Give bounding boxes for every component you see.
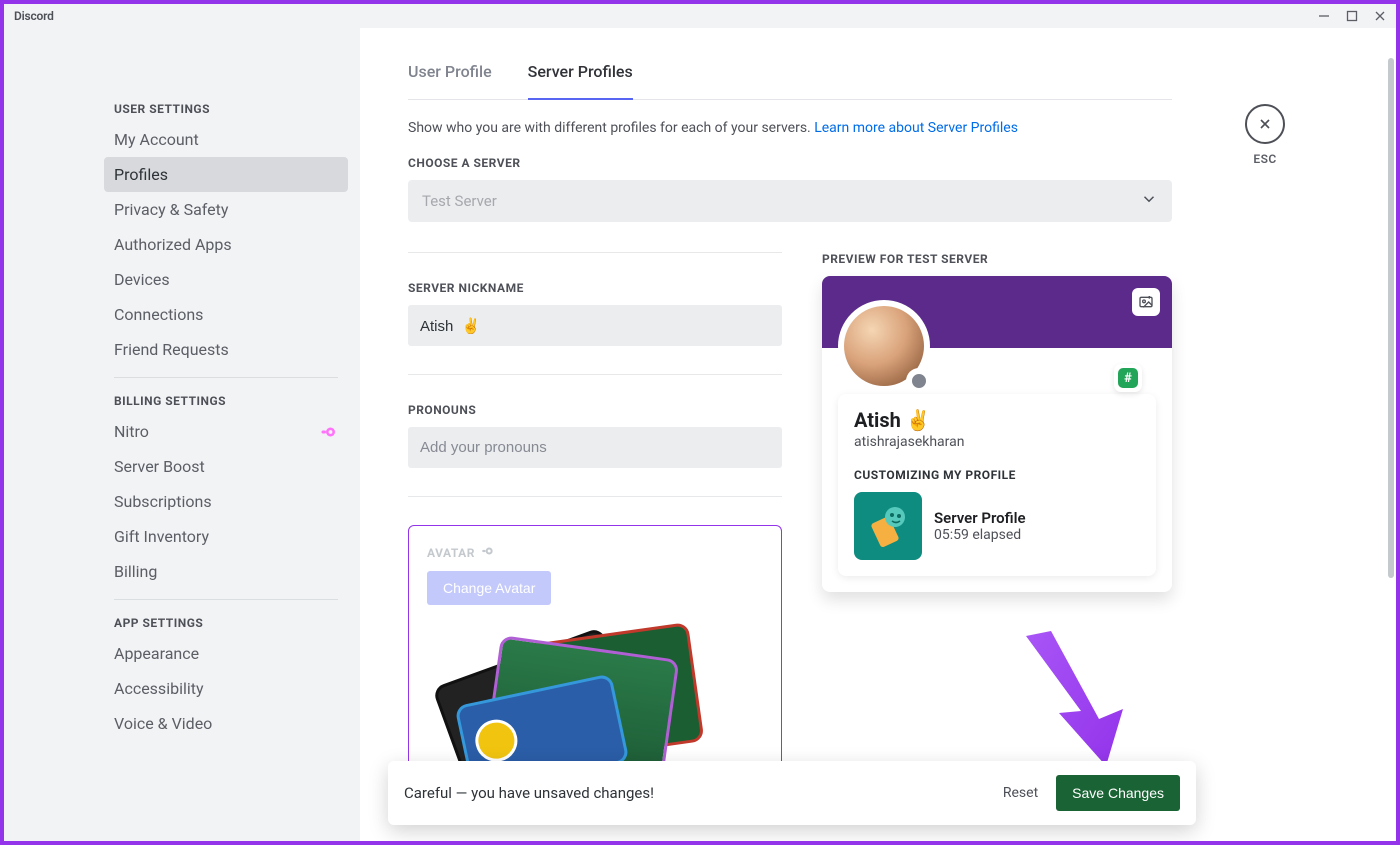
learn-more-link[interactable]: Learn more about Server Profiles [814, 120, 1018, 136]
description-text: Show who you are with different profiles… [408, 120, 814, 136]
nitro-icon [481, 544, 495, 561]
activity-row: Server Profile 05:59 elapsed [854, 492, 1140, 560]
unsaved-text: Careful — you have unsaved changes! [404, 784, 654, 802]
server-profiles-description: Show who you are with different profiles… [408, 120, 1172, 136]
sidebar-item-label: Subscriptions [114, 492, 212, 511]
sidebar-item-label: Accessibility [114, 679, 204, 698]
preview-username: atishrajasekharan [854, 434, 1140, 450]
sidebar-item-appearance[interactable]: Appearance [104, 636, 348, 671]
sidebar-item-label: Gift Inventory [114, 527, 209, 546]
sidebar-item-label: Billing [114, 562, 157, 581]
sidebar-item-my-account[interactable]: My Account [104, 122, 348, 157]
reset-button[interactable]: Reset [1003, 785, 1038, 801]
sidebar-divider [114, 599, 338, 600]
status-indicator-icon [906, 368, 932, 394]
minimize-icon[interactable] [1318, 7, 1330, 26]
sidebar-item-label: Devices [114, 270, 170, 289]
activity-elapsed: 05:59 elapsed [934, 527, 1026, 543]
sidebar-item-nitro[interactable]: Nitro [104, 414, 348, 449]
sidebar-item-label: Privacy & Safety [114, 200, 228, 219]
sidebar-item-label: My Account [114, 130, 199, 149]
server-select-value: Test Server [422, 192, 497, 210]
maximize-icon[interactable] [1346, 7, 1358, 26]
sidebar-item-label: Appearance [114, 644, 199, 663]
sidebar-item-authorized-apps[interactable]: Authorized Apps [104, 227, 348, 262]
choose-server-label: CHOOSE A SERVER [408, 156, 1172, 170]
sidebar-item-label: Profiles [114, 165, 168, 184]
nickname-label: SERVER NICKNAME [408, 281, 782, 295]
sidebar-item-voice-video[interactable]: Voice & Video [104, 706, 348, 741]
profile-card-stack [427, 629, 763, 769]
main-content: User Profile Server Profiles Show who yo… [360, 28, 1396, 841]
window-controls [1318, 7, 1386, 26]
server-badge: # [1114, 364, 1142, 392]
sidebar-item-server-boost[interactable]: Server Boost [104, 449, 348, 484]
settings-sidebar: USER SETTINGS My Account Profiles Privac… [4, 28, 360, 841]
activity-icon [854, 492, 922, 560]
sidebar-item-gift-inventory[interactable]: Gift Inventory [104, 519, 348, 554]
sidebar-item-label: Connections [114, 305, 203, 324]
sidebar-item-subscriptions[interactable]: Subscriptions [104, 484, 348, 519]
preview-header: PREVIEW FOR TEST SERVER [822, 252, 1172, 266]
scrollbar[interactable] [1388, 58, 1394, 578]
sidebar-item-privacy[interactable]: Privacy & Safety [104, 192, 348, 227]
sidebar-item-profiles[interactable]: Profiles [104, 157, 348, 192]
nickname-input[interactable] [408, 305, 782, 346]
sidebar-item-label: Authorized Apps [114, 235, 232, 254]
sidebar-item-friend-requests[interactable]: Friend Requests [104, 332, 348, 367]
avatar-label-text: AVATAR [427, 546, 475, 560]
close-icon [1257, 116, 1273, 132]
close-window-icon[interactable] [1374, 7, 1386, 26]
sidebar-item-accessibility[interactable]: Accessibility [104, 671, 348, 706]
sidebar-header-user: USER SETTINGS [104, 96, 348, 122]
tab-server-profiles[interactable]: Server Profiles [528, 52, 633, 99]
preview-avatar [838, 300, 930, 392]
esc-label: ESC [1253, 152, 1276, 166]
hash-icon: # [1118, 368, 1138, 388]
preview-banner [822, 276, 1172, 348]
window-title: Discord [14, 9, 54, 23]
sidebar-divider [114, 377, 338, 378]
edit-banner-button[interactable] [1132, 288, 1160, 316]
chevron-down-icon [1140, 190, 1158, 212]
preview-section-label: CUSTOMIZING MY PROFILE [854, 468, 1140, 482]
activity-title: Server Profile [934, 509, 1026, 527]
sidebar-item-label: Friend Requests [114, 340, 229, 359]
nitro-icon [320, 423, 338, 441]
sidebar-item-devices[interactable]: Devices [104, 262, 348, 297]
server-select[interactable]: Test Server [408, 180, 1172, 222]
profile-tabs: User Profile Server Profiles [408, 52, 1172, 100]
image-edit-icon [1138, 294, 1154, 310]
unsaved-changes-bar: Careful — you have unsaved changes! Rese… [388, 761, 1196, 825]
tab-user-profile[interactable]: User Profile [408, 52, 492, 99]
pronouns-label: PRONOUNS [408, 403, 782, 417]
sidebar-item-label: Voice & Video [114, 714, 212, 733]
sidebar-header-billing: BILLING SETTINGS [104, 388, 348, 414]
profile-preview-card: # Atish ✌️ atishrajasekharan CUSTOMIZING… [822, 276, 1172, 592]
preview-display-name: Atish ✌️ [854, 408, 1140, 432]
sidebar-item-connections[interactable]: Connections [104, 297, 348, 332]
close-settings-button[interactable] [1245, 104, 1285, 144]
change-avatar-button[interactable]: Change Avatar [427, 571, 551, 605]
sidebar-item-label: Server Boost [114, 457, 205, 476]
sidebar-header-app: APP SETTINGS [104, 610, 348, 636]
save-changes-button[interactable]: Save Changes [1056, 775, 1180, 811]
sidebar-item-label: Nitro [114, 422, 149, 441]
sidebar-item-billing[interactable]: Billing [104, 554, 348, 589]
avatar-label: AVATAR [427, 544, 763, 561]
pronouns-input[interactable] [408, 427, 782, 468]
